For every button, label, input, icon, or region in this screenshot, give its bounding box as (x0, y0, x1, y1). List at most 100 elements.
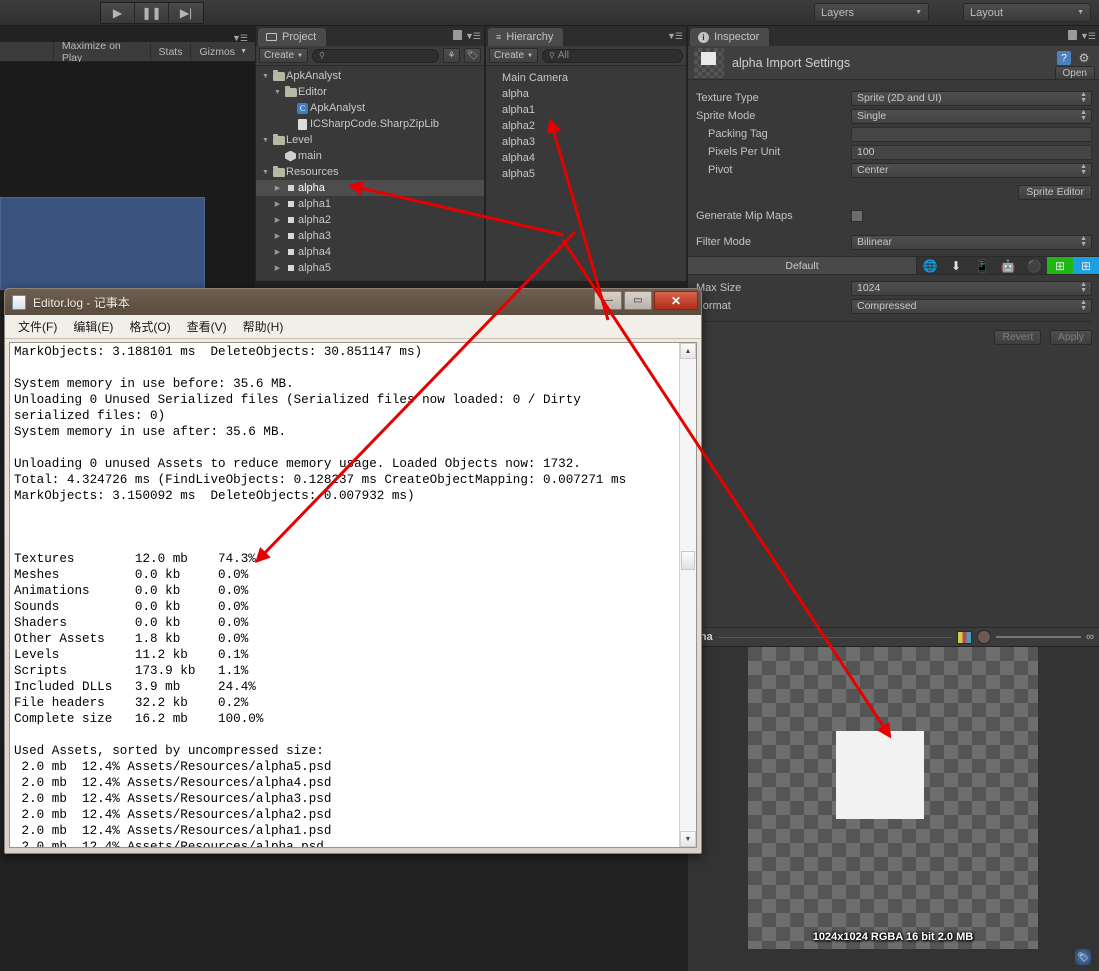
windows-phone-icon[interactable]: ⊞ (1073, 257, 1099, 274)
project-options-icon[interactable]: ▼☰ (465, 31, 481, 42)
hierarchy-tree[interactable]: Main Camera alpha alpha1 alpha2 alpha3 alpha4… (486, 66, 686, 281)
help-icon[interactable]: ? (1057, 51, 1071, 65)
packing-tag-input[interactable] (851, 126, 1092, 142)
android-icon[interactable]: 🤖 (995, 257, 1021, 274)
notepad-menu-4[interactable]: 帮助(H) (236, 316, 291, 337)
texture-preview-sprite (836, 731, 924, 819)
disclosure-triangle-icon[interactable]: ▶ (272, 264, 283, 272)
max-size-popup[interactable]: 1024 ▲ ▼ (851, 280, 1092, 296)
tab-hierarchy[interactable]: ≡ Hierarchy (488, 28, 564, 46)
notepad-menu-3[interactable]: 查看(V) (180, 316, 234, 337)
hierarchy-options-icon[interactable]: ▼☰ (667, 31, 683, 42)
notepad-menu-1[interactable]: 编辑(E) (66, 316, 120, 337)
notepad-menu-0[interactable]: 文件(F) (11, 316, 64, 337)
project-item-main[interactable]: main (256, 148, 484, 164)
layers-dropdown[interactable]: Layers ▼ (814, 3, 929, 22)
minimize-button[interactable]: — (594, 291, 622, 310)
maximize-on-play-toggle[interactable]: Maximize on Play (54, 40, 151, 64)
project-item-alpha5[interactable]: ▶ alpha5 (256, 260, 484, 276)
project-item-alpha1[interactable]: ▶ alpha1 (256, 196, 484, 212)
disclosure-triangle-icon[interactable]: ▶ (272, 184, 283, 192)
project-item-icsharpcode-sharpziplib[interactable]: ICSharpCode.SharpZipLib (256, 116, 484, 132)
project-item-apkanalyst[interactable]: ▼ ApkAnalyst (256, 68, 484, 84)
sprite-editor-button[interactable]: Sprite Editor (1018, 184, 1092, 200)
notepad-textarea[interactable]: MarkObjects: 3.188101 ms DeleteObjects: … (9, 342, 697, 848)
revert-button[interactable]: Revert (994, 329, 1042, 345)
disclosure-triangle-icon[interactable]: ▼ (272, 89, 283, 96)
disclosure-triangle-icon[interactable]: ▶ (272, 216, 283, 224)
notepad-vertical-scrollbar[interactable]: ▲ ▼ (679, 343, 696, 847)
notepad-menu-2[interactable]: 格式(O) (122, 316, 177, 337)
maximize-button[interactable]: ▭ (624, 291, 652, 310)
standalone-icon[interactable]: ⬇ (943, 257, 969, 274)
project-panel: Project ▼☰ Create ▼ ⚲ ⚘ 🏷 ▼ ApkAnalyst ▼ Ed… (256, 26, 484, 281)
format-popup[interactable]: Compressed ▲ ▼ (851, 298, 1092, 314)
disclosure-triangle-icon[interactable]: ▶ (272, 200, 283, 208)
close-button[interactable]: ✕ (654, 291, 698, 310)
gameview-aspect[interactable] (0, 42, 54, 61)
pivot-popup[interactable]: Center ▲ ▼ (851, 162, 1092, 178)
hierarchy-item-alpha3[interactable]: alpha3 (486, 134, 686, 150)
disclosure-triangle-icon[interactable]: ▼ (260, 137, 271, 144)
game-view[interactable] (0, 62, 255, 290)
project-create-button[interactable]: Create ▼ (259, 48, 308, 63)
lock-icon[interactable] (453, 30, 462, 40)
hierarchy-item-alpha5[interactable]: alpha5 (486, 166, 686, 182)
disclosure-triangle-icon[interactable]: ▶ (272, 248, 283, 256)
project-tree[interactable]: ▼ ApkAnalyst ▼ Editor C ApkAnalyst ICSharpCode… (256, 66, 484, 281)
project-filter-label-icon[interactable]: 🏷 (464, 48, 481, 63)
tab-platform-default[interactable]: Default (688, 257, 917, 274)
lock-icon[interactable] (1068, 30, 1077, 40)
apply-button[interactable]: Apply (1049, 329, 1092, 345)
mip-level-slider[interactable] (996, 636, 1082, 638)
project-item-level[interactable]: ▼ Level (256, 132, 484, 148)
pixels-per-unit-input[interactable]: 100 (851, 144, 1092, 160)
disclosure-triangle-icon[interactable]: ▼ (260, 73, 271, 80)
web-player-icon[interactable]: 🌐 (917, 257, 943, 274)
tab-project[interactable]: Project (258, 28, 327, 46)
disclosure-triangle-icon[interactable]: ▼ (260, 169, 271, 176)
tab-inspector[interactable]: i Inspector (690, 28, 770, 46)
notepad-titlebar[interactable]: Editor.log - 记事本 — ▭ ✕ (5, 289, 701, 315)
blackberry-icon[interactable]: ⚫ (1021, 257, 1047, 274)
generate-mip-maps-checkbox[interactable] (851, 210, 863, 222)
project-item-alpha4[interactable]: ▶ alpha4 (256, 244, 484, 260)
project-filter-type-icon[interactable]: ⚘ (443, 48, 460, 63)
step-button[interactable]: ▶| (169, 3, 203, 23)
pause-button[interactable]: ❚❚ (135, 3, 169, 23)
hierarchy-item-alpha4[interactable]: alpha4 (486, 150, 686, 166)
hierarchy-item-alpha2[interactable]: alpha2 (486, 118, 686, 134)
project-item-editor[interactable]: ▼ Editor (256, 84, 484, 100)
project-item-alpha3[interactable]: ▶ alpha3 (256, 228, 484, 244)
layout-dropdown[interactable]: Layout ▼ (963, 3, 1091, 22)
ios-icon[interactable]: 📱 (969, 257, 995, 274)
texture-type-popup[interactable]: Sprite (2D and UI) ▲ ▼ (851, 90, 1092, 106)
filter-mode-popup[interactable]: Bilinear ▲ ▼ (851, 234, 1092, 250)
scroll-down-button[interactable]: ▼ (680, 831, 696, 847)
notepad-window[interactable]: Editor.log - 记事本 — ▭ ✕ 文件(F) 编辑(E) 格式(O) 查看… (4, 288, 702, 854)
stats-toggle[interactable]: Stats (151, 42, 192, 61)
project-item-alpha[interactable]: ▶ alpha (256, 180, 484, 196)
disclosure-triangle-icon[interactable]: ▶ (272, 232, 283, 240)
hierarchy-search-input[interactable]: ⚲ All (541, 48, 683, 63)
scroll-up-button[interactable]: ▲ (680, 343, 696, 359)
rgba-channels-icon[interactable] (957, 630, 973, 644)
gizmos-dropdown[interactable]: Gizmos ▼ (191, 42, 255, 61)
scrollbar-thumb[interactable] (681, 551, 695, 570)
project-item-apkanalyst[interactable]: C ApkAnalyst (256, 100, 484, 116)
project-search-input[interactable]: ⚲ (311, 48, 439, 63)
sprite-mode-popup[interactable]: Single ▲ ▼ (851, 108, 1092, 124)
alpha-toggle-icon[interactable] (977, 630, 992, 644)
open-button[interactable]: Open (1054, 66, 1095, 80)
inspector-options-icon[interactable]: ▼☰ (1080, 31, 1096, 42)
project-item-resources[interactable]: ▼ Resources (256, 164, 484, 180)
gear-icon[interactable]: ⚙ (1077, 51, 1091, 65)
hierarchy-item-main-camera[interactable]: Main Camera (486, 70, 686, 86)
play-button[interactable]: ▶ (101, 3, 135, 23)
windows-store-icon[interactable]: ⊞ (1047, 257, 1073, 274)
hierarchy-item-alpha1[interactable]: alpha1 (486, 102, 686, 118)
hierarchy-create-button[interactable]: Create ▼ (489, 48, 538, 63)
project-item-alpha2[interactable]: ▶ alpha2 (256, 212, 484, 228)
hierarchy-item-alpha[interactable]: alpha (486, 86, 686, 102)
asset-labels-icon[interactable]: 🏷 (1075, 949, 1091, 965)
